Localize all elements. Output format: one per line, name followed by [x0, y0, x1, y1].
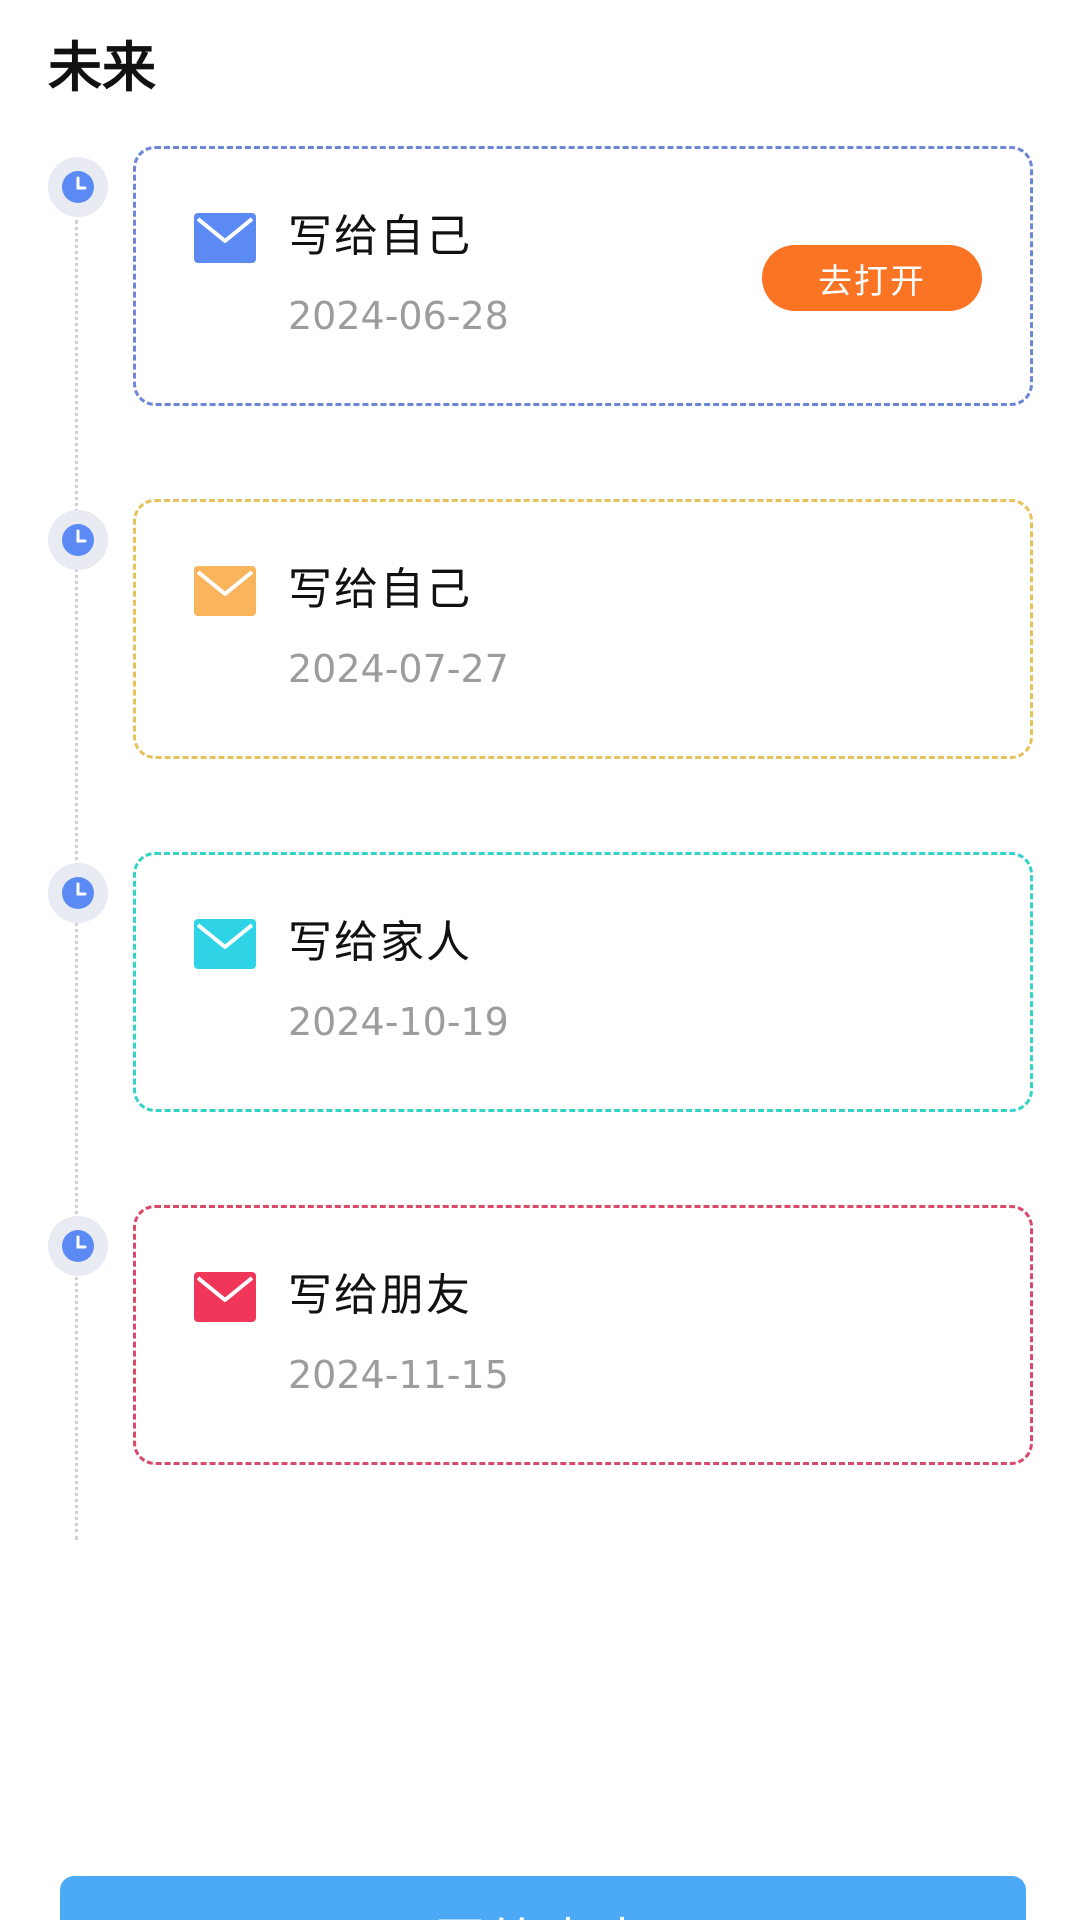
future-letters-page: 未来 写给自己 2024-06-28 去打开 写给自己 2024-07-27 写…: [0, 0, 1080, 1920]
letter-date: 2024-10-19: [288, 1000, 509, 1044]
letter-title: 写给家人: [288, 917, 472, 968]
clock-icon: [62, 524, 94, 556]
letter-card-2[interactable]: 写给自己 2024-07-27: [133, 499, 1033, 759]
letter-date: 2024-11-15: [288, 1353, 509, 1397]
clock-icon: [62, 1230, 94, 1262]
clock-icon: [62, 171, 94, 203]
letter-card-3[interactable]: 写给家人 2024-10-19: [133, 852, 1033, 1112]
letter-date: 2024-07-27: [288, 647, 509, 691]
clock-icon: [62, 877, 94, 909]
page-title: 未来: [48, 36, 156, 99]
envelope-icon: [194, 1272, 256, 1322]
write-to-future-button[interactable]: 写给未来: [60, 1876, 1026, 1920]
letter-title: 写给自己: [288, 211, 472, 262]
envelope-icon: [194, 919, 256, 969]
timeline-clock-4: [48, 1216, 108, 1276]
letter-date: 2024-06-28: [288, 294, 509, 338]
envelope-icon: [194, 566, 256, 616]
letter-title: 写给朋友: [288, 1270, 472, 1321]
timeline-clock-3: [48, 863, 108, 923]
letter-card-1[interactable]: 写给自己 2024-06-28 去打开: [133, 146, 1033, 406]
timeline-clock-2: [48, 510, 108, 570]
letter-title: 写给自己: [288, 564, 472, 615]
open-letter-button[interactable]: 去打开: [762, 245, 982, 311]
envelope-icon: [194, 213, 256, 263]
letter-card-4[interactable]: 写给朋友 2024-11-15: [133, 1205, 1033, 1465]
timeline-clock-1: [48, 157, 108, 217]
